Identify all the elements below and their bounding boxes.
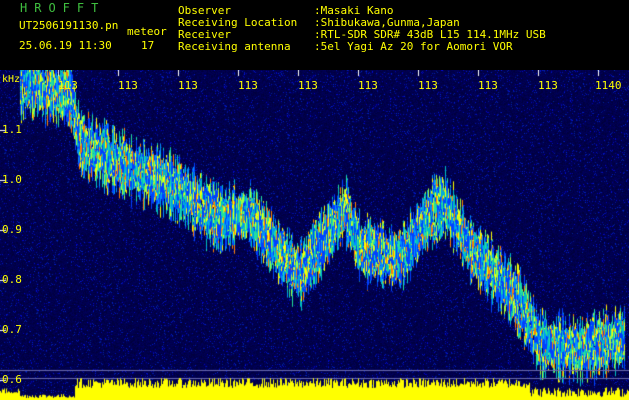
x-tick-label: 113 <box>58 79 78 92</box>
x-tick-label: 113 <box>178 79 198 92</box>
x-tick-label: 113 <box>298 79 318 92</box>
x-tick-label: 1140 <box>595 79 622 92</box>
antenna-value: :5el Yagi Az 20 for Aomori VOR <box>314 40 513 53</box>
file-name: UT2506191130.pn <box>19 19 119 32</box>
header-panel: HROFFT UT2506191130.pn meteor 25.06.19 1… <box>0 0 629 70</box>
x-tick-label: 113 <box>118 79 138 92</box>
meteor-label: meteor <box>127 25 167 38</box>
y-tick-label: 0.7 <box>2 323 22 336</box>
x-tick-label: 113 <box>238 79 258 92</box>
antenna-label: Receiving antenna <box>178 40 291 53</box>
axis-overlay: kHz 1.1 1.0 0.9 0.8 0.7 0.6 113 113 113 … <box>0 70 629 400</box>
y-tick-label: 1.1 <box>2 123 22 136</box>
y-tick-label: 0.9 <box>2 223 22 236</box>
y-tick-label: 1.0 <box>2 173 22 186</box>
x-tick-label: 113 <box>358 79 378 92</box>
y-unit-label: kHz <box>2 74 21 85</box>
date-time: 25.06.19 11:30 <box>19 39 112 52</box>
y-tick-label: 0.8 <box>2 273 22 286</box>
y-tick-label: 0.6 <box>2 373 22 386</box>
x-tick-label: 113 <box>418 79 438 92</box>
meteor-count: 17 <box>141 39 155 52</box>
app-title: HROFFT <box>20 1 106 15</box>
x-tick-label: 113 <box>538 79 558 92</box>
x-tick-label: 113 <box>478 79 498 92</box>
